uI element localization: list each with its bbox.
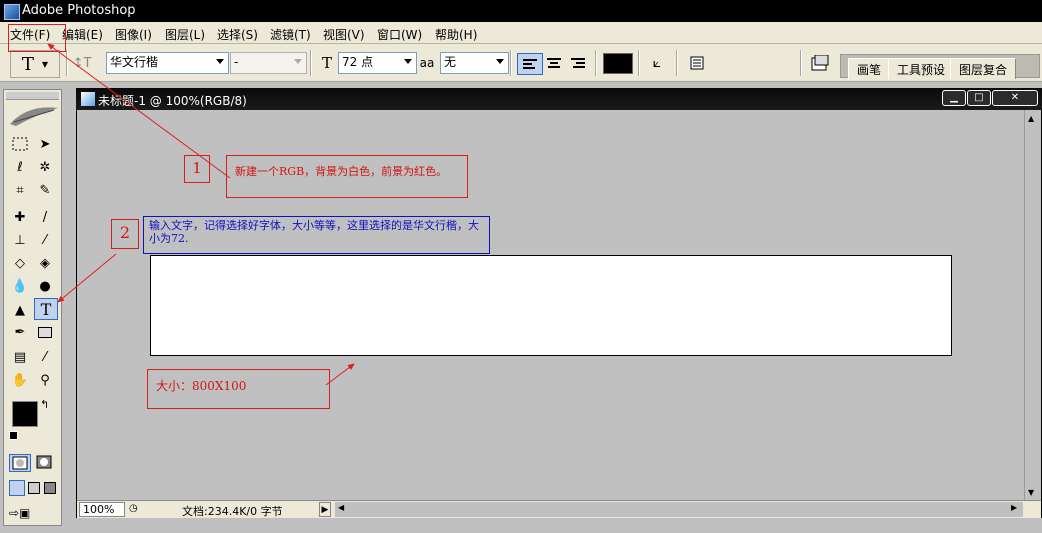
annotation-arrows (47, 43, 355, 386)
arrow-size-to-canvas (325, 363, 355, 386)
arrow-step2-to-type-tool (57, 253, 117, 303)
arrow-step1-to-file-menu (47, 43, 231, 179)
